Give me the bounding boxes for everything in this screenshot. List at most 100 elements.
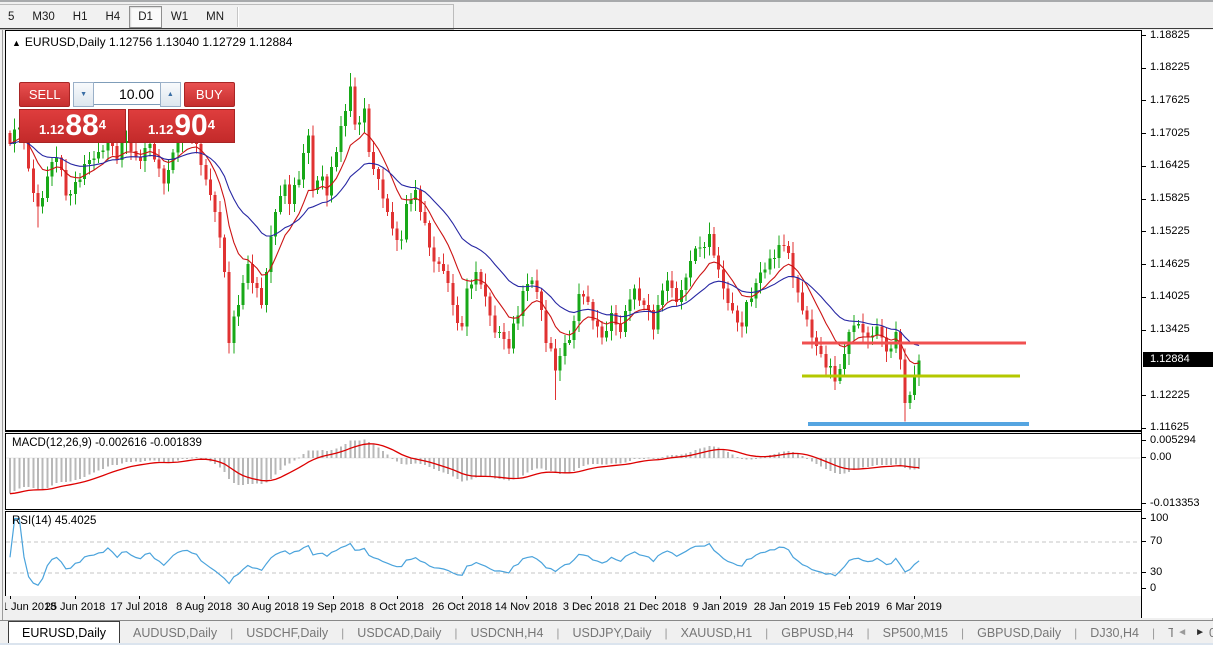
tab-scroll-left-icon[interactable]: ◄	[1177, 627, 1187, 638]
chart-tab-usdcad[interactable]: USDCAD,Daily	[344, 621, 454, 644]
axis-tick	[1142, 518, 1146, 519]
date-tick-label: 3 Dec 2018	[563, 601, 619, 613]
price-tick-label: 1.14025	[1150, 290, 1190, 302]
divider	[0, 28, 1213, 29]
chart-tab-gbpusd[interactable]: GBPUSD,H4	[768, 621, 866, 644]
timeframe-button-m30[interactable]: M30	[23, 6, 63, 28]
chart-tab-eurusd[interactable]: EURUSD,Daily	[8, 621, 120, 644]
timeframe-button-mn[interactable]: MN	[197, 6, 233, 28]
date-tick-label: 19 Sep 2018	[302, 601, 364, 613]
chart-symbol-label: EURUSD,Daily	[25, 35, 106, 49]
date-tick	[268, 596, 269, 599]
date-tick-label: 30 Aug 2018	[237, 601, 299, 613]
date-tick-label: 26 Oct 2018	[432, 601, 492, 613]
sell-price-pips: 88	[65, 112, 98, 140]
chart-tab-audusd[interactable]: AUDUSD,Daily	[120, 621, 230, 644]
chart-tab-usdjpy[interactable]: USDJPY,Daily	[560, 621, 665, 644]
buy-button[interactable]: BUY	[184, 82, 235, 107]
chart-tab-xauusd[interactable]: XAUUSD,H1	[668, 621, 766, 644]
chart-ohlc-values: 1.12756 1.13040 1.12729 1.12884	[109, 35, 293, 49]
price-tick-label: 1.13425	[1150, 323, 1190, 335]
sell-price-display[interactable]: 1.12 88 4	[19, 109, 126, 143]
chart-tab-usdcnh[interactable]: USDCNH,H4	[457, 621, 556, 644]
macd-indicator-panel[interactable]: MACD(12,26,9) -0.002616 -0.001839	[5, 433, 1143, 510]
axis-tick	[1142, 166, 1146, 167]
one-click-trading-panel: SELL ▼ ▲ BUY 1.12 88 4 1.12	[19, 82, 235, 143]
axis-tick	[1142, 428, 1146, 429]
trading-platform-window: 5M30H1H4D1W1MN ▲ EURUSD,Daily 1.12756 1.1…	[0, 0, 1213, 645]
date-tick-label: 21 Dec 2018	[624, 601, 686, 613]
price-axis[interactable]: 1.12884 1.188251.182251.176251.170251.16…	[1141, 30, 1213, 618]
rsi-chart-canvas[interactable]	[6, 512, 1140, 594]
axis-tick	[1142, 231, 1146, 232]
volume-input[interactable]	[94, 82, 160, 105]
chart-tab-bar: EURUSD,DailyAUDUSD,Daily|USDCHF,Daily|US…	[0, 620, 1213, 644]
macd-label: MACD(12,26,9) -0.002616 -0.001839	[12, 437, 202, 449]
price-tick-label: 1.18225	[1150, 61, 1190, 73]
timeframe-button-group: 5M30H1H4D1W1MN	[0, 4, 454, 30]
date-tick	[526, 596, 527, 599]
volume-decrease-button[interactable]: ▼	[73, 82, 94, 107]
axis-tick	[1142, 35, 1146, 36]
chart-tab-dj30[interactable]: DJ30,H4	[1077, 621, 1152, 644]
date-axis[interactable]: 1 Jun 201825 Jun 201817 Jul 20188 Aug 20…	[5, 596, 1141, 618]
timeframe-button-w1[interactable]: W1	[162, 6, 197, 28]
date-tick-label: 17 Jul 2018	[111, 601, 168, 613]
sell-price-prefix: 1.12	[39, 120, 64, 140]
chart-tab-gbpusd[interactable]: GBPUSD,Daily	[964, 621, 1074, 644]
arrow-up-icon: ▲	[167, 91, 174, 98]
axis-tick	[1142, 297, 1146, 298]
timeframe-button-d1[interactable]: D1	[129, 6, 162, 28]
axis-tick	[1142, 264, 1146, 265]
panel-divider[interactable]	[5, 509, 1142, 510]
date-tick	[75, 596, 76, 599]
timeframe-button-5[interactable]: 5	[0, 6, 23, 28]
axis-tick	[1142, 541, 1146, 542]
price-tick-label: 1.17025	[1150, 127, 1190, 139]
chart-header: ▲ EURUSD,Daily 1.12756 1.13040 1.12729 1.…	[12, 35, 292, 49]
price-tick-label: 1.17625	[1150, 94, 1190, 106]
date-tick	[591, 596, 592, 599]
sell-button[interactable]: SELL	[19, 82, 70, 107]
rsi-label: RSI(14) 45.4025	[12, 515, 96, 527]
axis-tick	[1142, 199, 1146, 200]
axis-tick	[1142, 588, 1146, 589]
buy-price-display[interactable]: 1.12 90 4	[128, 109, 235, 143]
tab-scroll-right-icon[interactable]: ►	[1195, 627, 1205, 638]
timeframe-button-h4[interactable]: H4	[96, 6, 129, 28]
price-tick-label: 1.15825	[1150, 192, 1190, 204]
indicator-tick-label: 100	[1150, 512, 1168, 524]
date-tick	[914, 596, 915, 599]
axis-tick	[1142, 440, 1146, 441]
arrow-down-icon: ▼	[80, 91, 87, 98]
panel-divider[interactable]	[5, 431, 1142, 432]
price-tick-label: 1.18825	[1150, 29, 1190, 41]
axis-tick	[1142, 100, 1146, 101]
rsi-indicator-panel[interactable]: RSI(14) 45.4025	[5, 511, 1143, 597]
axis-tick	[1142, 68, 1146, 69]
timeframe-button-h1[interactable]: H1	[64, 6, 97, 28]
chart-tab-sp500[interactable]: SP500,M15	[870, 621, 961, 644]
chart-tab-usdchf[interactable]: USDCHF,Daily	[233, 621, 341, 644]
window-frame-left	[2, 29, 3, 643]
price-tick-label: 1.15225	[1150, 225, 1190, 237]
axis-tick	[1142, 395, 1146, 396]
date-tick	[204, 596, 205, 599]
date-tick-label: 25 Jun 2018	[45, 601, 106, 613]
axis-tick	[1142, 330, 1146, 331]
date-tick	[333, 596, 334, 599]
indicator-tick-label: -0.013353	[1150, 497, 1200, 509]
indicator-tick-label: 0.00	[1150, 451, 1171, 463]
volume-increase-button[interactable]: ▲	[160, 82, 181, 107]
one-click-collapse-icon[interactable]: ▲	[12, 38, 21, 48]
date-tick-label: 28 Jan 2019	[754, 601, 815, 613]
main-chart-panel[interactable]: ▲ EURUSD,Daily 1.12756 1.13040 1.12729 1.…	[5, 30, 1143, 431]
date-tick	[10, 596, 11, 599]
date-tick-label: 9 Jan 2019	[693, 601, 747, 613]
date-tick-label: 15 Feb 2019	[818, 601, 880, 613]
date-tick-label: 8 Oct 2018	[370, 601, 424, 613]
indicator-tick-label: 30	[1150, 566, 1162, 578]
timeframe-toolbar: 5M30H1H4D1W1MN	[0, 0, 1213, 30]
buy-price-point: 4	[208, 110, 215, 140]
date-tick-label: 8 Aug 2018	[176, 601, 232, 613]
